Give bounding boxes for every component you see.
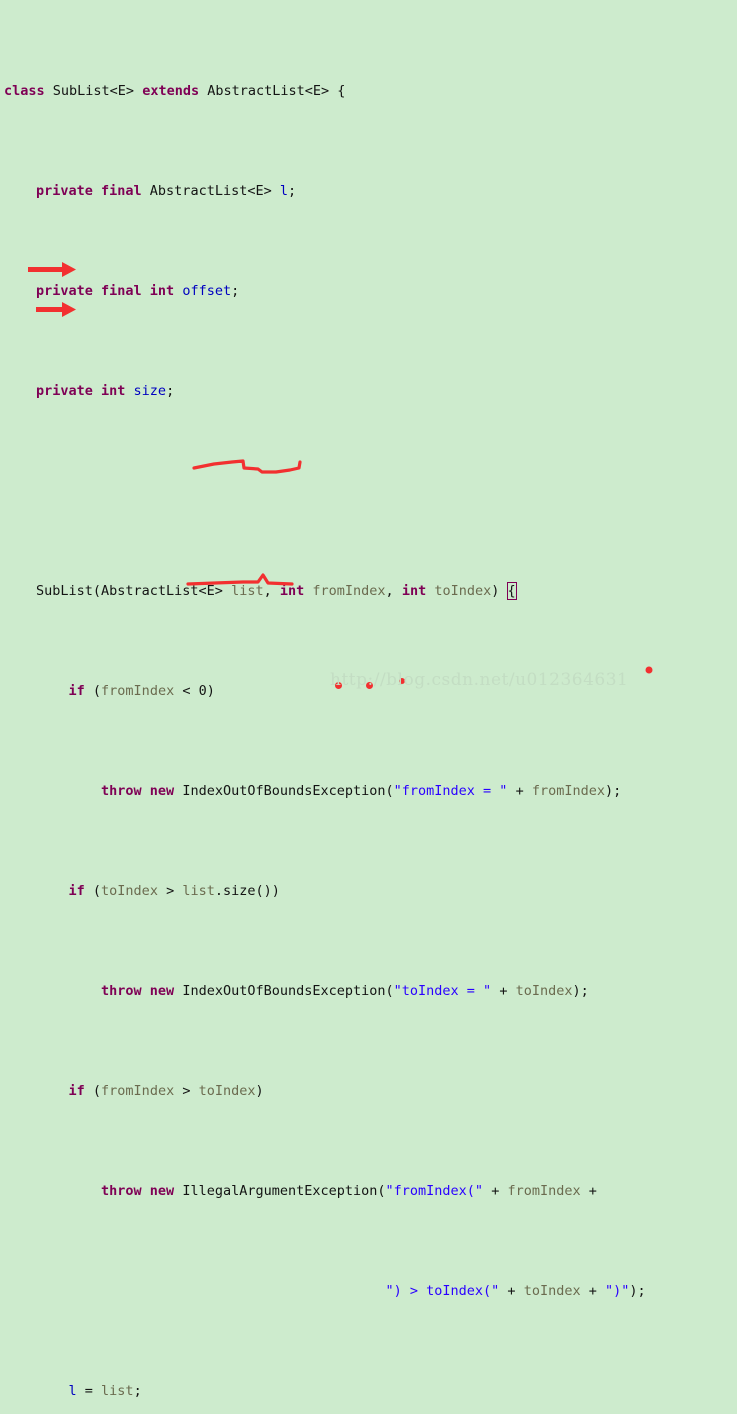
- token-parameter: toIndex: [434, 583, 492, 599]
- token-plain: (: [84, 883, 102, 899]
- token-plain: );: [629, 1283, 646, 1299]
- code-line[interactable]: private int size;: [0, 381, 737, 401]
- token-keyword: if: [68, 683, 85, 699]
- code-line[interactable]: SubList(AbstractList<E> list, int fromIn…: [0, 581, 737, 601]
- token-plain: AbstractList<E>: [141, 183, 280, 199]
- token-parameter: toIndex: [515, 983, 573, 999]
- token-plain: IndexOutOfBoundsException(: [174, 983, 394, 999]
- token-parameter: list: [101, 1383, 134, 1399]
- token-keyword: int: [401, 583, 427, 599]
- token-plain: ): [255, 1083, 264, 1099]
- token-string: "fromIndex = ": [393, 783, 508, 799]
- token-plain: =: [76, 1383, 102, 1399]
- token-parameter: fromIndex: [507, 1183, 581, 1199]
- token-plain: >: [157, 883, 183, 899]
- code-line[interactable]: throw new IndexOutOfBoundsException("toI…: [0, 981, 737, 1001]
- code-line[interactable]: class SubList<E> extends AbstractList<E>…: [0, 81, 737, 101]
- token-plain: SubList<E>: [44, 83, 143, 99]
- token-keyword: if: [68, 883, 85, 899]
- token-plain: +: [491, 983, 516, 999]
- token-plain: IndexOutOfBoundsException(: [174, 783, 394, 799]
- token-string: ") > toIndex(": [385, 1283, 500, 1299]
- token-plain: ): [491, 583, 508, 599]
- code-line[interactable]: throw new IndexOutOfBoundsException("fro…: [0, 781, 737, 801]
- token-plain: < 0): [174, 683, 215, 699]
- code-line[interactable]: private final int offset;: [0, 281, 737, 301]
- token-plain: );: [604, 783, 622, 799]
- token-keyword: throw new: [101, 983, 175, 999]
- token-plain: (: [84, 683, 102, 699]
- token-plain: +: [507, 783, 532, 799]
- token-string: "fromIndex(": [385, 1183, 484, 1199]
- token-keyword: if: [68, 1083, 85, 1099]
- token-field: l: [68, 1383, 77, 1399]
- token-keyword: extends: [142, 83, 200, 99]
- code-line[interactable]: if (toIndex > list.size()): [0, 881, 737, 901]
- token-keyword: class: [4, 83, 45, 99]
- token-plain: SubList(AbstractList<E>: [36, 583, 232, 599]
- token-plain: ;: [166, 383, 175, 399]
- token-plain: ;: [287, 183, 297, 199]
- token-parameter: fromIndex: [312, 583, 386, 599]
- code-line[interactable]: if (fromIndex > toIndex): [0, 1081, 737, 1101]
- token-plain: +: [580, 1183, 597, 1199]
- code-line-blank[interactable]: [0, 481, 737, 501]
- token-plain: ,: [263, 583, 280, 599]
- token-plain: >: [174, 1083, 199, 1099]
- token-plain: ,: [385, 583, 402, 599]
- token-parameter: fromIndex: [101, 1083, 175, 1099]
- token-parameter: toIndex: [198, 1083, 256, 1099]
- token-parameter: list: [182, 883, 215, 899]
- code-line[interactable]: ") > toIndex(" + toIndex + ")");: [0, 1281, 737, 1301]
- code-line[interactable]: private final AbstractList<E> l;: [0, 181, 737, 201]
- token-string: "toIndex = ": [393, 983, 492, 999]
- token-plain: .size()): [214, 883, 280, 899]
- token-plain: AbstractList<E> {: [199, 83, 346, 99]
- token-string: ")": [604, 1283, 630, 1299]
- token-field: l: [279, 183, 288, 199]
- token-plain: (: [84, 1083, 102, 1099]
- code-editor-surface[interactable]: class SubList<E> extends AbstractList<E>…: [0, 0, 737, 1399]
- token-plain: +: [580, 1283, 605, 1299]
- token-parameter: toIndex: [101, 883, 158, 899]
- token-keyword: int: [279, 583, 305, 599]
- code-line[interactable]: throw new IllegalArgumentException("from…: [0, 1181, 737, 1201]
- token-field: offset: [182, 283, 232, 299]
- token-keyword: private final int: [36, 283, 175, 299]
- token-keyword: private final: [36, 183, 142, 199]
- token-plain: ;: [133, 1383, 142, 1399]
- token-plain: IllegalArgumentException(: [174, 1183, 386, 1199]
- code-content[interactable]: class SubList<E> extends AbstractList<E>…: [0, 0, 737, 1414]
- watermark-url: http://blog.csdn.net/u012364631: [330, 670, 629, 690]
- token-parameter: fromIndex: [531, 783, 605, 799]
- token-plain: +: [483, 1183, 508, 1199]
- token-parameter: list: [231, 583, 264, 599]
- token-plain: ;: [231, 283, 240, 299]
- token-plain: +: [499, 1283, 524, 1299]
- token-parameter: toIndex: [523, 1283, 581, 1299]
- bracket-match-indicator: {: [506, 582, 517, 600]
- token-keyword: throw new: [101, 783, 175, 799]
- code-line[interactable]: l = list;: [0, 1381, 737, 1401]
- token-field: size: [133, 383, 167, 399]
- token-keyword: private int: [36, 383, 126, 399]
- token-keyword: throw new: [101, 1183, 175, 1199]
- token-parameter: fromIndex: [101, 683, 175, 699]
- token-plain: );: [572, 983, 589, 999]
